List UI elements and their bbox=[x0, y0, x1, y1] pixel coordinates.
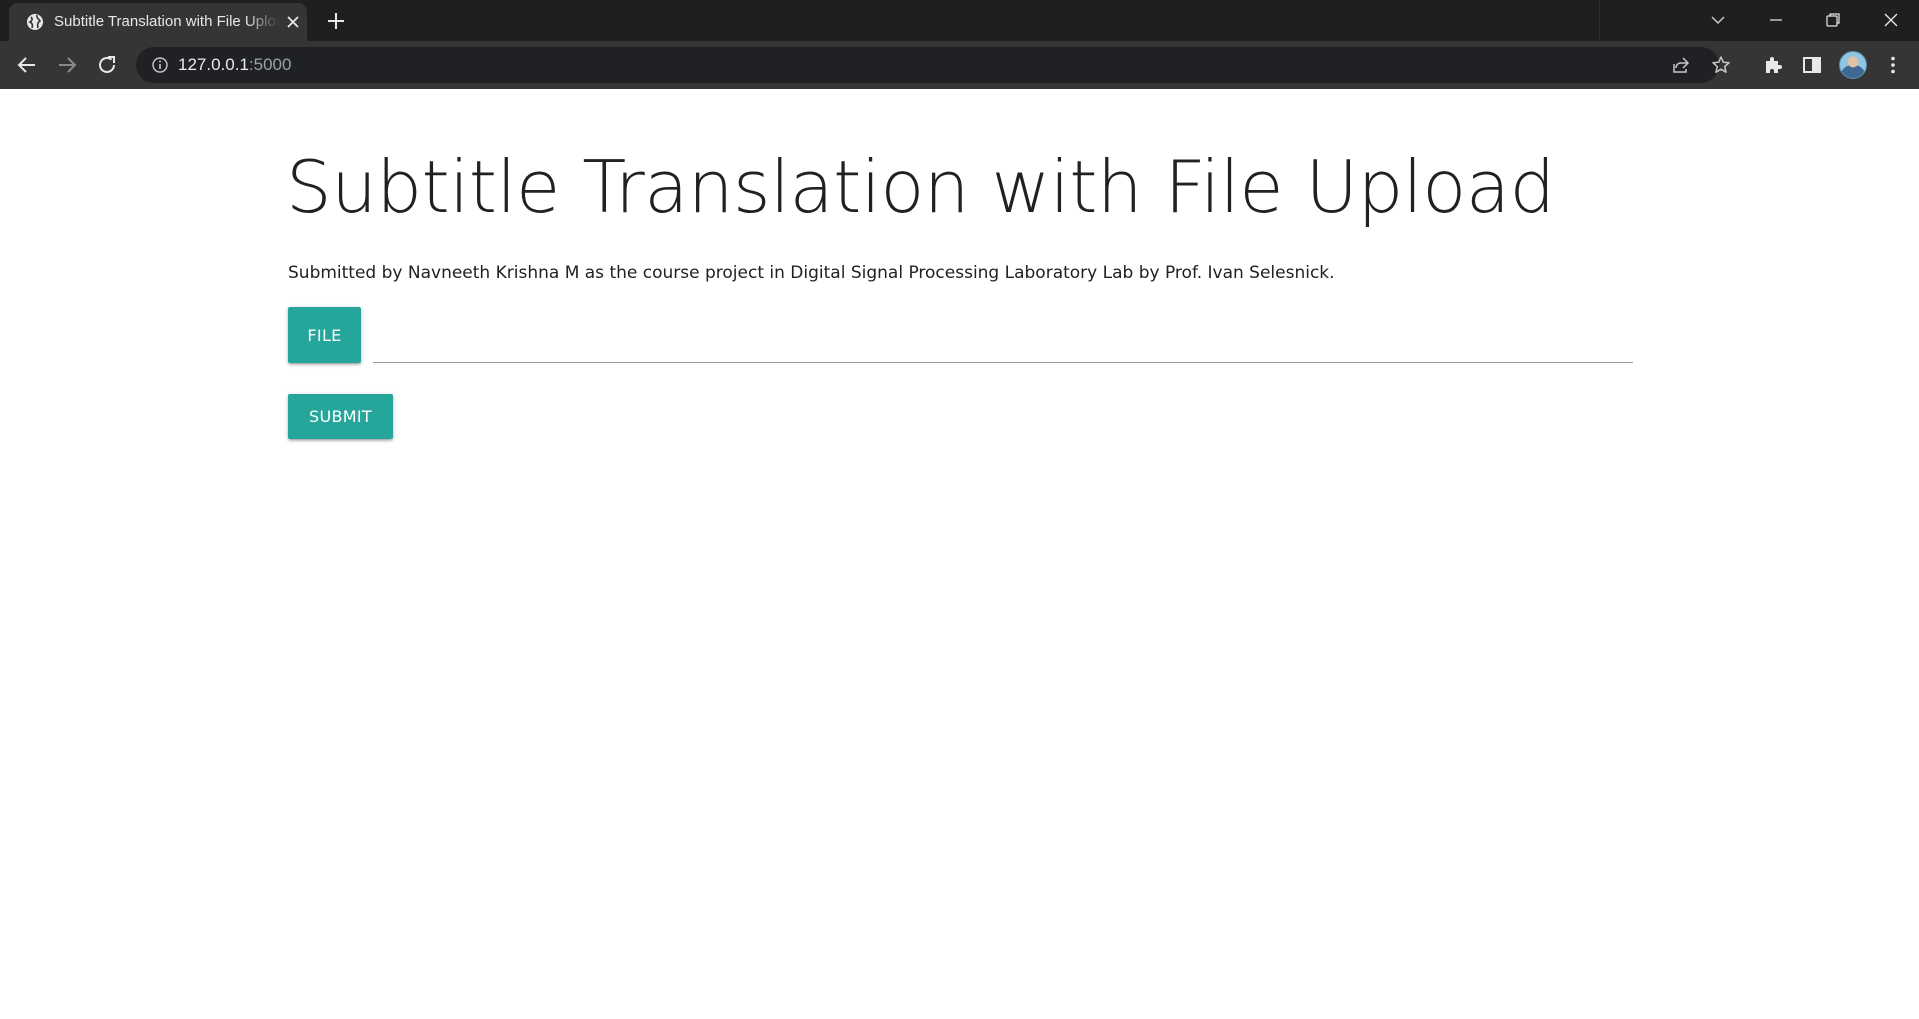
browser-titlebar: Subtitle Translation with File Upload bbox=[0, 0, 1919, 41]
browser-tab[interactable]: Subtitle Translation with File Upload bbox=[9, 3, 307, 41]
file-path-field[interactable] bbox=[373, 318, 1633, 363]
restore-icon[interactable] bbox=[1821, 8, 1845, 32]
close-icon[interactable] bbox=[284, 13, 302, 31]
address-bar[interactable]: 127.0.0.1:5000 bbox=[136, 47, 1730, 83]
info-icon[interactable] bbox=[151, 56, 169, 74]
forward-arrow-icon[interactable] bbox=[55, 53, 79, 77]
page-subtitle: Submitted by Navneeth Krishna M as the c… bbox=[288, 263, 1335, 283]
globe-icon bbox=[27, 14, 43, 30]
minimize-icon[interactable] bbox=[1764, 8, 1788, 32]
page-content: Subtitle Translation with File Upload Su… bbox=[0, 89, 1919, 1019]
reload-icon[interactable] bbox=[95, 53, 119, 77]
share-icon[interactable] bbox=[1671, 55, 1691, 75]
url-text[interactable]: 127.0.0.1:5000 bbox=[178, 55, 291, 75]
page-title: Subtitle Translation with File Upload bbox=[286, 145, 1555, 229]
profile-avatar[interactable] bbox=[1839, 51, 1867, 79]
puzzle-icon[interactable] bbox=[1761, 53, 1785, 77]
url-port: :5000 bbox=[248, 55, 292, 74]
plus-icon[interactable] bbox=[325, 10, 347, 32]
side-panel-icon[interactable] bbox=[1800, 53, 1824, 77]
tab-title: Subtitle Translation with File Upload bbox=[54, 13, 279, 30]
browser-toolbar: 127.0.0.1:5000 bbox=[0, 41, 1919, 89]
back-arrow-icon[interactable] bbox=[15, 53, 39, 77]
chevron-down-icon[interactable] bbox=[1706, 8, 1730, 32]
submit-button[interactable]: Submit bbox=[288, 394, 393, 439]
url-host: 127.0.0.1 bbox=[178, 55, 249, 74]
kebab-menu-icon[interactable] bbox=[1881, 53, 1905, 77]
file-button[interactable]: File bbox=[288, 307, 361, 363]
close-window-icon[interactable] bbox=[1879, 8, 1903, 32]
star-icon[interactable] bbox=[1711, 55, 1731, 75]
titlebar-divider bbox=[1599, 0, 1600, 41]
